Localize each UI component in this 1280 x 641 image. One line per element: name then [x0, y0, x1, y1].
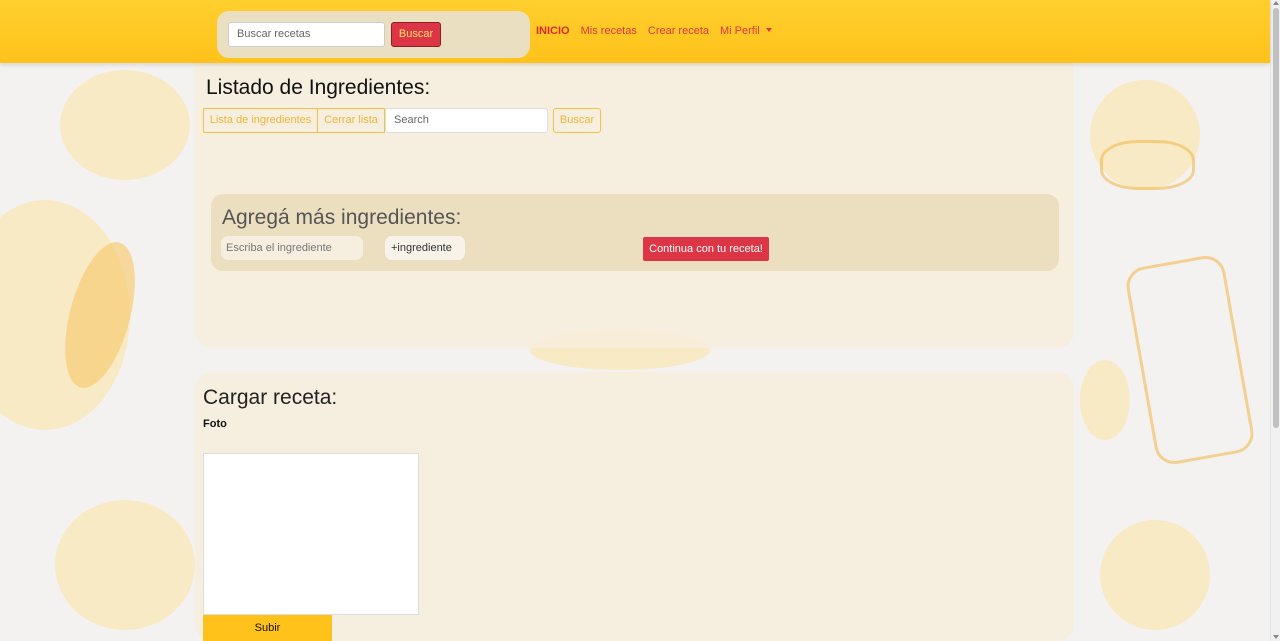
photo-label: Foto [203, 418, 227, 430]
ingredient-search-button[interactable]: Buscar [553, 108, 601, 133]
scroll-up-icon[interactable] [1273, 1, 1279, 5]
ingredient-list-button[interactable]: Lista de ingredientes [203, 108, 318, 133]
recipe-search-input[interactable]: Buscar recetas [228, 22, 385, 47]
recipe-title: Cargar receta: [203, 386, 338, 409]
navbar: Buscar recetas Buscar INICIO Mis recetas… [0, 0, 1270, 63]
nav-link-inicio[interactable]: INICIO [536, 25, 570, 37]
ingredient-name-input[interactable]: Escriba el ingrediente [221, 236, 363, 260]
recipe-search-button[interactable]: Buscar [391, 22, 441, 47]
scrollbar-thumb[interactable] [1273, 8, 1279, 428]
close-list-button[interactable]: Cerrar lista [317, 108, 385, 133]
upload-button[interactable]: Subir [203, 615, 332, 641]
nav-link-crear-receta[interactable]: Crear receta [648, 25, 709, 37]
page-scrollbar[interactable] [1270, 0, 1280, 641]
photo-preview[interactable] [203, 453, 419, 615]
nav-links: INICIO Mis recetas Crear receta Mi Perfi… [536, 25, 772, 37]
nav-link-mi-perfil: Mi Perfil [720, 25, 760, 37]
nav-link-mis-recetas[interactable]: Mis recetas [581, 25, 637, 37]
navbar-search-group: Buscar recetas Buscar [217, 11, 530, 58]
ingredients-title: Listado de Ingredientes: [206, 76, 431, 99]
ingredient-search-input[interactable]: Search [385, 108, 548, 133]
continue-recipe-button[interactable]: Continua con tu receta! [643, 237, 769, 261]
add-ingredients-title: Agregá más ingredientes: [222, 206, 462, 229]
add-ingredient-button[interactable]: +ingrediente [385, 236, 465, 260]
nav-dropdown-mi-perfil[interactable]: Mi Perfil [720, 25, 772, 37]
chevron-down-icon [765, 28, 772, 32]
scroll-down-icon[interactable] [1273, 635, 1279, 639]
